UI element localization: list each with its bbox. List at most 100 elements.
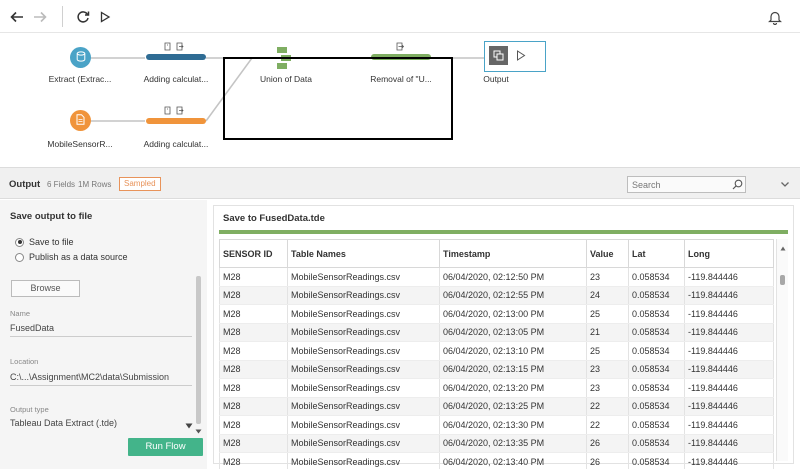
table-cell[interactable]: M28: [219, 323, 288, 342]
node-calc-1[interactable]: [146, 54, 206, 60]
run-flow-button[interactable]: Run Flow: [128, 438, 203, 456]
table-cell[interactable]: MobileSensorReadings.csv: [287, 341, 440, 361]
table-cell[interactable]: M28: [219, 452, 288, 469]
column-header[interactable]: Table Names: [287, 239, 440, 268]
name-field[interactable]: FusedData: [10, 323, 192, 337]
table-cell[interactable]: 0.058534: [628, 452, 685, 469]
publish-option[interactable]: Publish as a data source: [15, 252, 128, 262]
table-cell[interactable]: M28: [219, 378, 288, 398]
table-cell[interactable]: 0.058534: [628, 286, 685, 305]
table-cell[interactable]: -119.844446: [684, 360, 774, 379]
table-scrollbar[interactable]: [776, 239, 788, 461]
table-cell[interactable]: 24: [586, 286, 629, 305]
table-cell[interactable]: M28: [219, 397, 288, 416]
table-cell[interactable]: 06/04/2020, 02:13:05 PM: [439, 323, 587, 342]
table-cell[interactable]: M28: [219, 360, 288, 379]
table-cell[interactable]: 0.058534: [628, 304, 685, 324]
dropdown-arrow-icon[interactable]: [185, 421, 193, 431]
scroll-down-icon[interactable]: [195, 426, 202, 436]
table-cell[interactable]: -119.844446: [684, 415, 774, 435]
node-output[interactable]: [484, 41, 546, 72]
table-cell[interactable]: M28: [219, 415, 288, 435]
table-cell[interactable]: 06/04/2020, 02:13:20 PM: [439, 378, 587, 398]
table-cell[interactable]: 06/04/2020, 02:12:50 PM: [439, 267, 587, 287]
table-cell[interactable]: MobileSensorReadings.csv: [287, 378, 440, 398]
table-cell[interactable]: 0.058534: [628, 378, 685, 398]
table-cell[interactable]: MobileSensorReadings.csv: [287, 452, 440, 469]
table-cell[interactable]: 22: [586, 415, 629, 435]
column-header[interactable]: Value: [586, 239, 629, 268]
table-cell[interactable]: 26: [586, 452, 629, 469]
search-input[interactable]: [632, 179, 728, 190]
table-cell[interactable]: -119.844446: [684, 434, 774, 453]
table-cell[interactable]: MobileSensorReadings.csv: [287, 267, 440, 287]
table-scroll-thumb[interactable]: [780, 275, 785, 285]
table-cell[interactable]: MobileSensorReadings.csv: [287, 397, 440, 416]
table-cell[interactable]: MobileSensorReadings.csv: [287, 286, 440, 305]
table-cell[interactable]: -119.844446: [684, 267, 774, 287]
table-cell[interactable]: 06/04/2020, 02:13:10 PM: [439, 341, 587, 361]
table-cell[interactable]: 23: [586, 267, 629, 287]
table-cell[interactable]: 06/04/2020, 02:13:40 PM: [439, 452, 587, 469]
table-cell[interactable]: MobileSensorReadings.csv: [287, 415, 440, 435]
table-cell[interactable]: 0.058534: [628, 415, 685, 435]
table-cell[interactable]: 21: [586, 323, 629, 342]
table-cell[interactable]: 23: [586, 378, 629, 398]
table-cell[interactable]: M28: [219, 304, 288, 324]
table-cell[interactable]: -119.844446: [684, 397, 774, 416]
browse-button[interactable]: Browse: [11, 280, 80, 297]
table-cell[interactable]: -119.844446: [684, 304, 774, 324]
radio-selected[interactable]: [15, 237, 24, 247]
table-cell[interactable]: 23: [586, 360, 629, 379]
table-cell[interactable]: -119.844446: [684, 286, 774, 305]
arrow-right-icon[interactable]: [30, 7, 50, 27]
radio-unselected[interactable]: [15, 252, 24, 262]
settings-scrollbar[interactable]: [196, 276, 201, 424]
table-cell[interactable]: M28: [219, 267, 288, 287]
node-calc-2[interactable]: [146, 118, 206, 124]
column-header[interactable]: Long: [684, 239, 774, 268]
table-cell[interactable]: 0.058534: [628, 323, 685, 342]
column-header[interactable]: SENSOR ID: [219, 239, 288, 268]
table-cell[interactable]: 06/04/2020, 02:13:00 PM: [439, 304, 587, 324]
table-cell[interactable]: 22: [586, 397, 629, 416]
save-to-file-option[interactable]: Save to file: [15, 237, 74, 247]
table-cell[interactable]: M28: [219, 286, 288, 305]
column-header[interactable]: Lat: [628, 239, 685, 268]
bell-icon[interactable]: [765, 7, 785, 27]
search-box[interactable]: [627, 176, 746, 193]
table-cell[interactable]: 25: [586, 304, 629, 324]
table-cell[interactable]: -119.844446: [684, 341, 774, 361]
table-cell[interactable]: 26: [586, 434, 629, 453]
table-cell[interactable]: 06/04/2020, 02:13:35 PM: [439, 434, 587, 453]
table-cell[interactable]: -119.844446: [684, 323, 774, 342]
node-mobile-sensor[interactable]: [70, 110, 91, 131]
table-cell[interactable]: 06/04/2020, 02:13:30 PM: [439, 415, 587, 435]
table-cell[interactable]: MobileSensorReadings.csv: [287, 323, 440, 342]
table-cell[interactable]: 0.058534: [628, 434, 685, 453]
table-cell[interactable]: 0.058534: [628, 267, 685, 287]
table-cell[interactable]: 06/04/2020, 02:13:15 PM: [439, 360, 587, 379]
table-cell[interactable]: 06/04/2020, 02:13:25 PM: [439, 397, 587, 416]
node-extract[interactable]: [70, 47, 91, 68]
chevron-down-icon[interactable]: [778, 177, 792, 191]
table-cell[interactable]: MobileSensorReadings.csv: [287, 304, 440, 324]
table-cell[interactable]: M28: [219, 341, 288, 361]
table-cell[interactable]: -119.844446: [684, 378, 774, 398]
sampled-badge[interactable]: Sampled: [119, 177, 161, 191]
location-field[interactable]: C:\...\Assignment\MC2\data\Submission: [10, 372, 192, 386]
scroll-up-icon[interactable]: [780, 243, 786, 253]
search-icon[interactable]: [732, 179, 743, 192]
table-cell[interactable]: MobileSensorReadings.csv: [287, 360, 440, 379]
play-icon[interactable]: [95, 7, 115, 27]
table-cell[interactable]: 0.058534: [628, 341, 685, 361]
table-cell[interactable]: 0.058534: [628, 360, 685, 379]
column-header[interactable]: Timestamp: [439, 239, 587, 268]
table-cell[interactable]: -119.844446: [684, 452, 774, 469]
table-cell[interactable]: 06/04/2020, 02:12:55 PM: [439, 286, 587, 305]
table-cell[interactable]: MobileSensorReadings.csv: [287, 434, 440, 453]
output-type-select[interactable]: Tableau Data Extract (.tde): [10, 418, 192, 431]
refresh-icon[interactable]: [73, 7, 93, 27]
table-cell[interactable]: 25: [586, 341, 629, 361]
arrow-left-icon[interactable]: [7, 7, 27, 27]
